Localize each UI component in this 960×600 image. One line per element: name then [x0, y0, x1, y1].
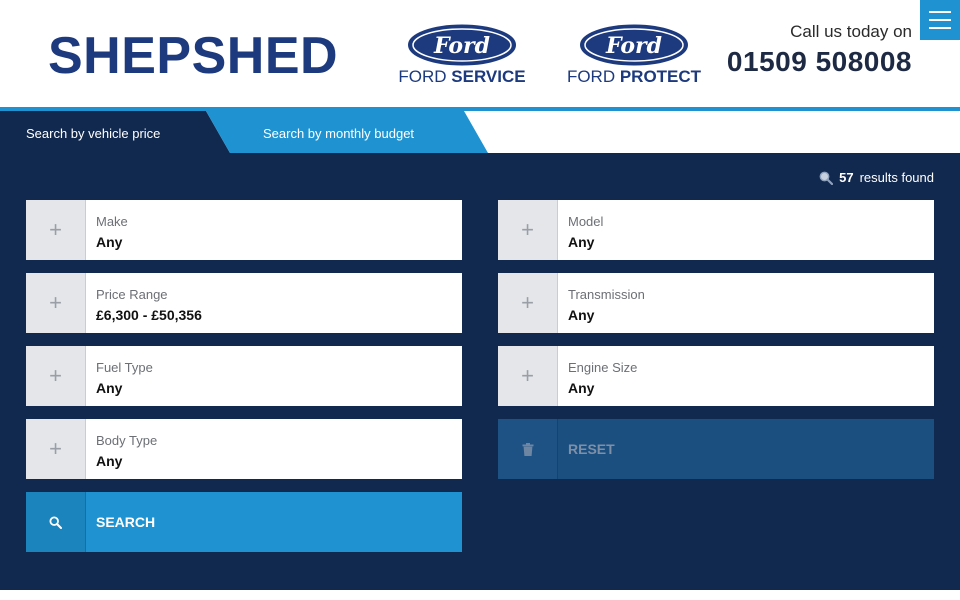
- trash-icon: [498, 419, 558, 479]
- dealer-brand[interactable]: SHEPSHED: [48, 26, 338, 86]
- reset-button[interactable]: RESET: [498, 419, 934, 479]
- search-panel: 57 results found + Make Any + Model Any + …: [0, 153, 960, 590]
- field-label: Model: [568, 214, 604, 229]
- ford-oval-icon: Ford: [408, 24, 516, 66]
- ford-service-caption: FORD SERVICE: [398, 67, 526, 86]
- hamburger-icon: [929, 11, 951, 13]
- field-value: Any: [96, 380, 123, 396]
- body-type-select[interactable]: + Body Type Any: [26, 419, 462, 479]
- tab-monthly-budget[interactable]: Search by monthly budget: [206, 111, 488, 153]
- field-label: Transmission: [568, 287, 645, 302]
- call-label: Call us today on: [790, 22, 912, 41]
- plus-icon: +: [26, 200, 86, 260]
- plus-icon: +: [498, 273, 558, 333]
- engine-size-select[interactable]: + Engine Size Any: [498, 346, 934, 406]
- make-select[interactable]: + Make Any: [26, 200, 462, 260]
- plus-icon: +: [26, 273, 86, 333]
- results-suffix: results found: [859, 170, 934, 185]
- price-range-select[interactable]: + Price Range £6,300 - £50,356: [26, 273, 462, 333]
- field-value: Any: [568, 307, 595, 323]
- results-number: 57: [839, 170, 854, 185]
- search-label: SEARCH: [96, 514, 156, 530]
- plus-icon: +: [26, 419, 86, 479]
- contact-block: Call us today on 01509 508008: [727, 22, 912, 78]
- menu-button[interactable]: [920, 0, 960, 40]
- page-footer-gap: [0, 590, 960, 600]
- ford-service-logo[interactable]: Ford FORD SERVICE: [396, 24, 528, 87]
- ford-protect-logo[interactable]: Ford FORD PROTECT: [564, 24, 704, 87]
- ford-oval-text: Ford: [433, 33, 490, 59]
- model-select[interactable]: + Model Any: [498, 200, 934, 260]
- results-count: 57 results found: [819, 170, 934, 185]
- ford-oval-icon: Ford: [580, 24, 688, 66]
- plus-icon: +: [498, 346, 558, 406]
- fuel-type-select[interactable]: + Fuel Type Any: [26, 346, 462, 406]
- field-value: Any: [96, 234, 123, 250]
- transmission-select[interactable]: + Transmission Any: [498, 273, 934, 333]
- field-label: Make: [96, 214, 128, 229]
- search-icon: [819, 171, 834, 185]
- search-button[interactable]: SEARCH: [26, 492, 462, 552]
- ford-protect-caption: FORD PROTECT: [566, 67, 702, 86]
- field-label: Engine Size: [568, 360, 638, 375]
- phone-number-link[interactable]: 01509 508008: [727, 46, 912, 78]
- site-header: SHEPSHED Ford FORD SERVICE Ford FORD PRO…: [0, 0, 960, 107]
- field-value: Any: [568, 234, 595, 250]
- field-label: Price Range: [96, 287, 168, 302]
- search-tabs: Search by vehicle price Search by monthl…: [0, 111, 960, 153]
- plus-icon: +: [26, 346, 86, 406]
- field-value: Any: [568, 380, 595, 396]
- field-label: Fuel Type: [96, 360, 153, 375]
- field-label: Body Type: [96, 433, 158, 448]
- field-value: £6,300 - £50,356: [96, 307, 202, 323]
- plus-icon: +: [498, 200, 558, 260]
- tab-vehicle-price[interactable]: Search by vehicle price: [0, 111, 230, 153]
- ford-oval-text: Ford: [605, 33, 662, 59]
- reset-label: RESET: [568, 441, 615, 457]
- field-value: Any: [96, 453, 123, 469]
- search-icon: [26, 492, 86, 552]
